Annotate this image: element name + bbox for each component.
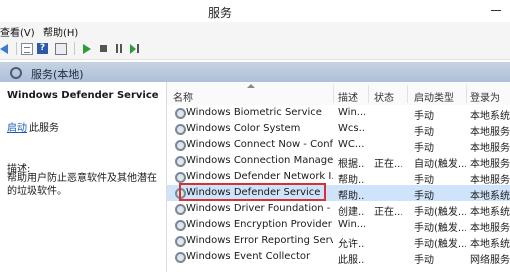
menu-view[interactable]: 查看(V): [0, 24, 35, 39]
help-icon[interactable]: ?: [37, 43, 48, 54]
service-gear-icon: [175, 204, 186, 215]
minimize-button[interactable]: [490, 4, 502, 14]
pane-header: 服务(本地): [0, 62, 510, 82]
table-row[interactable]: Windows Biometric Service Win... 手动 本地系统: [167, 105, 510, 122]
service-description: 帮助用户防止恶意软件及其他潜在的垃圾软件。: [7, 173, 157, 197]
service-startup-type: 手动: [414, 111, 434, 122]
service-logon-as: 本地系统: [470, 239, 510, 250]
column-header-status[interactable]: 状态: [374, 89, 394, 104]
service-logon-as: 本地服务: [470, 143, 510, 154]
column-header-name[interactable]: 名称: [173, 89, 193, 104]
service-gear-icon: [175, 140, 186, 151]
column-header-startup-type[interactable]: 启动类型: [414, 89, 454, 104]
service-gear-icon: [175, 188, 186, 199]
service-name: Windows Biometric Service: [186, 107, 322, 118]
column-divider: [407, 85, 408, 103]
pause-service-icon[interactable]: [114, 43, 125, 54]
window-title: 服务: [207, 6, 232, 20]
table-row[interactable]: Windows Encryption Provider ... Win... 手…: [167, 217, 510, 234]
service-startup-type: 手动(触发...: [414, 207, 466, 218]
service-logon-as: 本地系统: [470, 207, 510, 218]
service-status: 正在...: [374, 207, 402, 218]
service-name: Windows Color System: [186, 123, 301, 134]
stop-service-icon[interactable]: [98, 43, 109, 54]
service-name: Windows Error Reporting Servi...: [186, 235, 333, 246]
service-description-cell: 根据...: [338, 159, 365, 170]
service-startup-type: 手动: [414, 191, 434, 202]
table-row[interactable]: Windows Connect Now - Confi... WC... 手动 …: [167, 137, 510, 154]
service-name: Windows Defender Network I...: [186, 171, 333, 182]
table-row[interactable]: Windows Driver Foundation - ... 创建... 正在…: [167, 201, 510, 218]
table-row-selected[interactable]: Windows Defender Service 帮助... 手动 本地系统: [167, 185, 510, 202]
service-description-cell: 帮助...: [338, 191, 365, 202]
service-description-cell: WC...: [338, 139, 365, 150]
service-gear-icon: [175, 156, 186, 167]
table-row[interactable]: Windows Connection Manager 根据... 正在... 自…: [167, 153, 510, 170]
service-description-cell: 此服...: [338, 255, 365, 266]
service-gear-icon: [175, 220, 186, 231]
service-name: Windows Event Collector: [186, 251, 311, 262]
column-header-description[interactable]: 描述: [338, 89, 358, 104]
table-row[interactable]: Windows Error Reporting Servi... 允许... 手…: [167, 233, 510, 250]
service-description-cell: Win...: [338, 107, 365, 118]
toolbar-separator: [16, 42, 17, 55]
services-table: 名称 描述 状态 启动类型 登录为 Windows Biometric Serv…: [167, 82, 510, 272]
service-startup-type: 自动(触发...: [414, 159, 466, 170]
service-gear-icon: [175, 236, 186, 247]
service-logon-as: 本地系统: [470, 191, 510, 202]
service-name: Windows Driver Foundation - ...: [186, 203, 333, 214]
pane-title: 服务(本地): [31, 68, 84, 81]
service-description-cell: 帮助...: [338, 175, 365, 186]
menu-help[interactable]: 帮助(H): [43, 24, 78, 39]
service-startup-type: 手动(触发...: [414, 239, 466, 250]
menu-bar: 查看(V) 帮助(H): [0, 22, 510, 39]
service-description-cell: Wcs...: [338, 123, 365, 134]
service-description-cell: 创建...: [338, 207, 365, 218]
show-hide-tree-icon[interactable]: [21, 43, 33, 55]
service-gear-icon: [175, 172, 186, 183]
service-name: Windows Defender Service: [186, 187, 321, 198]
service-gear-icon: [175, 252, 186, 263]
toolbar-separator: [74, 42, 75, 55]
service-startup-type: 手动(触发...: [414, 223, 466, 234]
column-header-logon-as[interactable]: 登录为: [470, 89, 500, 104]
selected-service-name: Windows Defender Service: [7, 90, 159, 101]
column-divider: [333, 85, 334, 103]
service-name: Windows Connection Manager: [186, 155, 333, 166]
column-divider: [368, 85, 369, 103]
service-name: Windows Encryption Provider ...: [186, 219, 333, 230]
service-description-cell: Win...: [338, 219, 365, 230]
service-logon-as: 本地系统: [470, 111, 510, 122]
service-gear-icon: [175, 124, 186, 135]
column-divider: [466, 85, 467, 103]
service-logon-as: 本地服务: [470, 223, 510, 234]
back-icon[interactable]: [0, 43, 11, 54]
toolbar: ?: [0, 39, 510, 60]
sort-ascending-icon: [247, 84, 255, 88]
service-name: Windows Connect Now - Confi...: [186, 139, 333, 150]
restart-service-icon[interactable]: [130, 43, 141, 54]
service-startup-type: 手动: [414, 143, 434, 154]
service-status: 正在...: [374, 159, 402, 170]
console-icon[interactable]: [55, 43, 67, 55]
start-service-link[interactable]: 启动: [7, 119, 27, 134]
service-logon-as: 本地服务: [470, 175, 510, 186]
service-startup-type: 手动: [414, 127, 434, 138]
service-logon-as: 本地服务: [470, 159, 510, 170]
service-startup-type: 手动: [414, 175, 434, 186]
table-row[interactable]: Windows Defender Network I... 帮助... 手动 本…: [167, 169, 510, 186]
service-description-cell: 允许...: [338, 239, 365, 250]
service-logon-as: 本地服务: [470, 127, 510, 138]
service-detail-pane: Windows Defender Service 启动 此服务 描述: 帮助用户…: [0, 82, 166, 272]
start-service-suffix: 此服务: [29, 123, 59, 134]
service-logon-as: 网络服务: [470, 255, 510, 266]
start-service-icon[interactable]: [81, 43, 92, 54]
service-startup-type: 手动: [414, 255, 434, 266]
table-row[interactable]: Windows Event Collector 此服... 手动 网络服务: [167, 249, 510, 266]
table-row[interactable]: Windows Color System Wcs... 手动 本地服务: [167, 121, 510, 138]
table-header: 名称 描述 状态 启动类型 登录为: [167, 82, 510, 105]
service-gear-icon: [175, 108, 186, 119]
services-gear-icon: [10, 67, 22, 79]
title-bar: 服务: [0, 0, 510, 22]
